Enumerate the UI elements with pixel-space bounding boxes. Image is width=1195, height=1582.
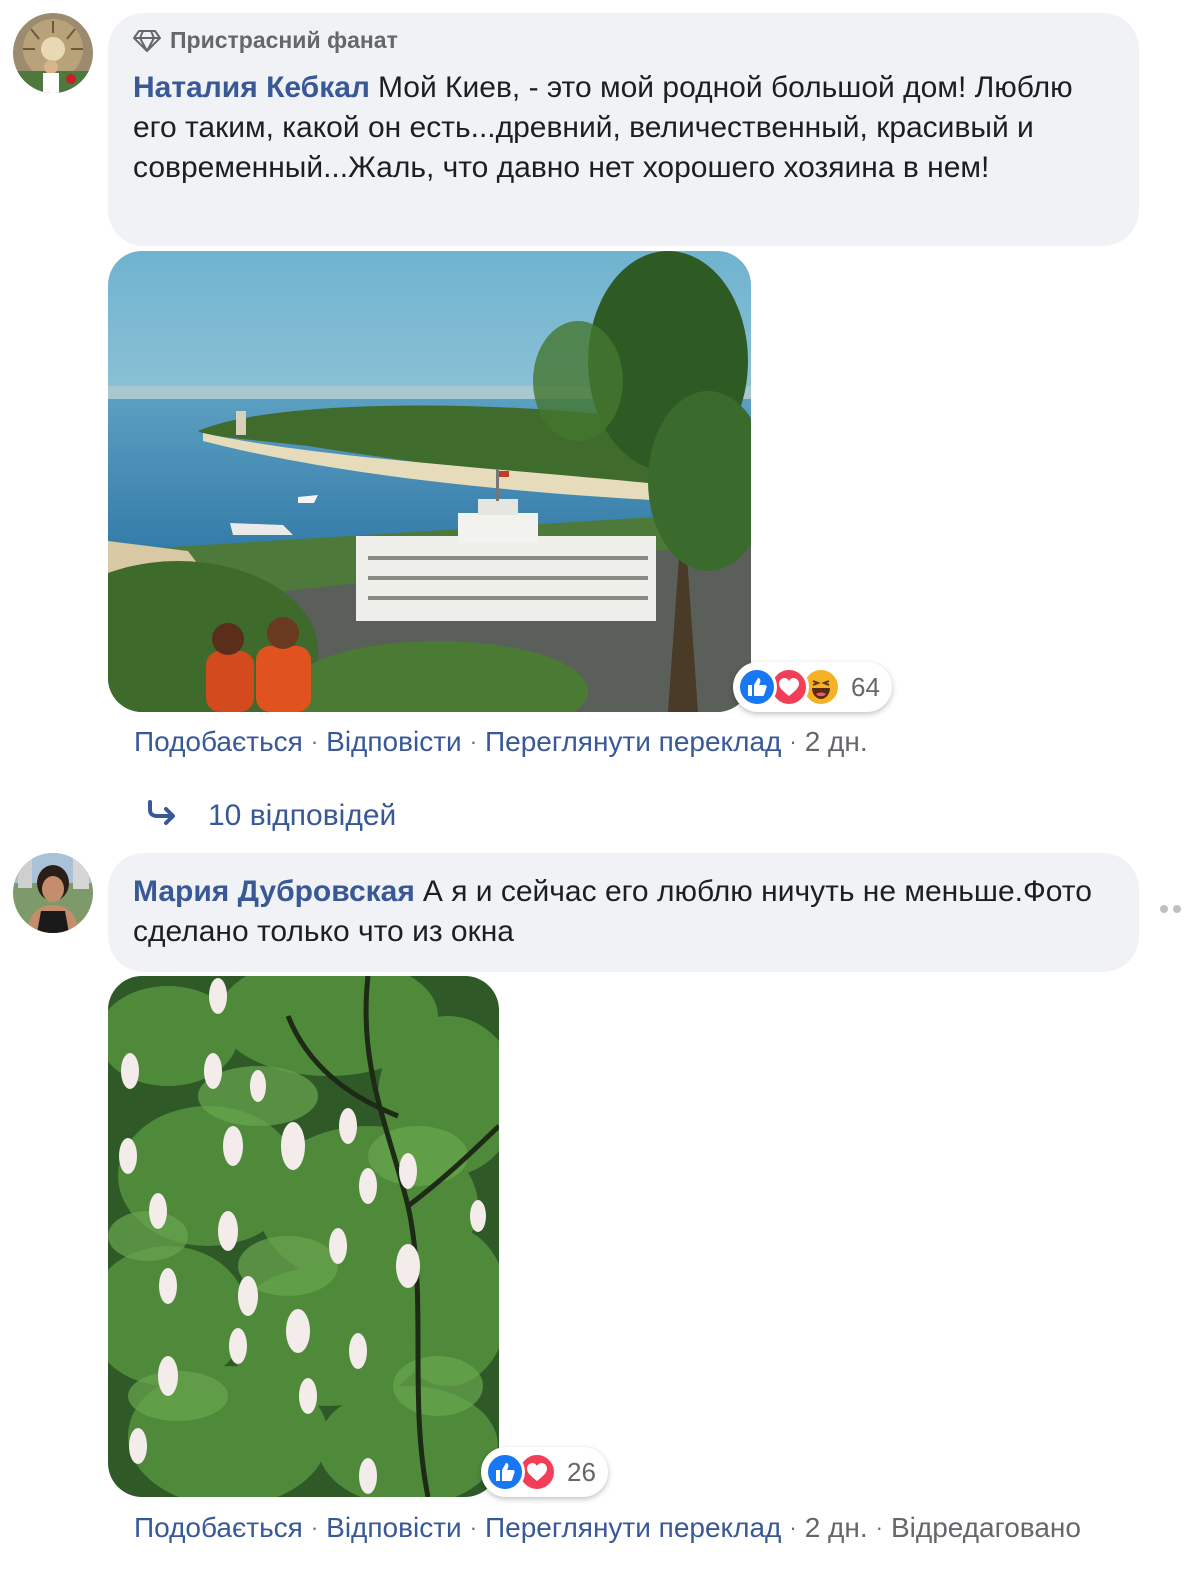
like-link[interactable]: Подобається: [134, 726, 303, 758]
edited-label[interactable]: Відредаговано: [891, 1512, 1081, 1544]
reply-link[interactable]: Відповісти: [326, 1512, 462, 1544]
comment-bubble: Пристрасний фанат Наталия Кебкал Мой Киев…: [108, 13, 1139, 246]
comment-text: Наталия Кебкал Мой Киев, - это мой родной…: [133, 68, 1109, 188]
comment-photo[interactable]: [108, 976, 499, 1497]
chestnut-blossom-photo: [108, 976, 499, 1497]
avatar[interactable]: [13, 853, 93, 933]
top-fan-badge[interactable]: Пристрасний фанат: [132, 27, 398, 54]
comment-actions: Подобається · Відповісти · Переглянути п…: [134, 1512, 1081, 1544]
separator: ·: [310, 1515, 319, 1540]
diamond-icon: [133, 29, 161, 52]
reactions-summary[interactable]: 64: [733, 662, 892, 712]
reaction-count: 26: [567, 1456, 596, 1487]
comment-bubble: Мария Дубровская А я и сейчас его люблю н…: [108, 853, 1139, 972]
author-name[interactable]: Наталия Кебкал: [133, 71, 370, 104]
replies-count-label: 10 відповідей: [208, 798, 397, 832]
comment-photo[interactable]: [108, 251, 751, 712]
like-icon: [737, 667, 777, 707]
reply-arrow-icon: [146, 796, 186, 835]
like-icon: [485, 1452, 525, 1492]
comment-actions: Подобається · Відповісти · Переглянути п…: [134, 726, 868, 758]
translate-link[interactable]: Переглянути переклад: [485, 1512, 781, 1544]
timestamp[interactable]: 2 дн.: [805, 1512, 868, 1544]
more-options-icon[interactable]: [1160, 905, 1181, 913]
comment-text: Мария Дубровская А я и сейчас его люблю н…: [133, 872, 1109, 952]
separator: ·: [875, 1515, 883, 1540]
view-replies-link[interactable]: 10 відповідей: [146, 796, 396, 835]
separator: ·: [469, 729, 478, 754]
separator: ·: [789, 1515, 797, 1540]
badge-label: Пристрасний фанат: [170, 27, 398, 53]
separator: ·: [310, 729, 319, 754]
separator: ·: [789, 729, 797, 754]
translate-link[interactable]: Переглянути переклад: [485, 726, 781, 758]
reaction-count: 64: [851, 671, 880, 702]
reactions-summary[interactable]: 26: [481, 1447, 608, 1497]
avatar[interactable]: [13, 13, 93, 93]
author-name[interactable]: Мария Дубровская: [133, 875, 415, 908]
reply-link[interactable]: Відповісти: [326, 726, 462, 758]
kyiv-river-port-photo: [108, 251, 751, 712]
timestamp[interactable]: 2 дн.: [805, 726, 868, 758]
like-link[interactable]: Подобається: [134, 1512, 303, 1544]
separator: ·: [469, 1515, 478, 1540]
